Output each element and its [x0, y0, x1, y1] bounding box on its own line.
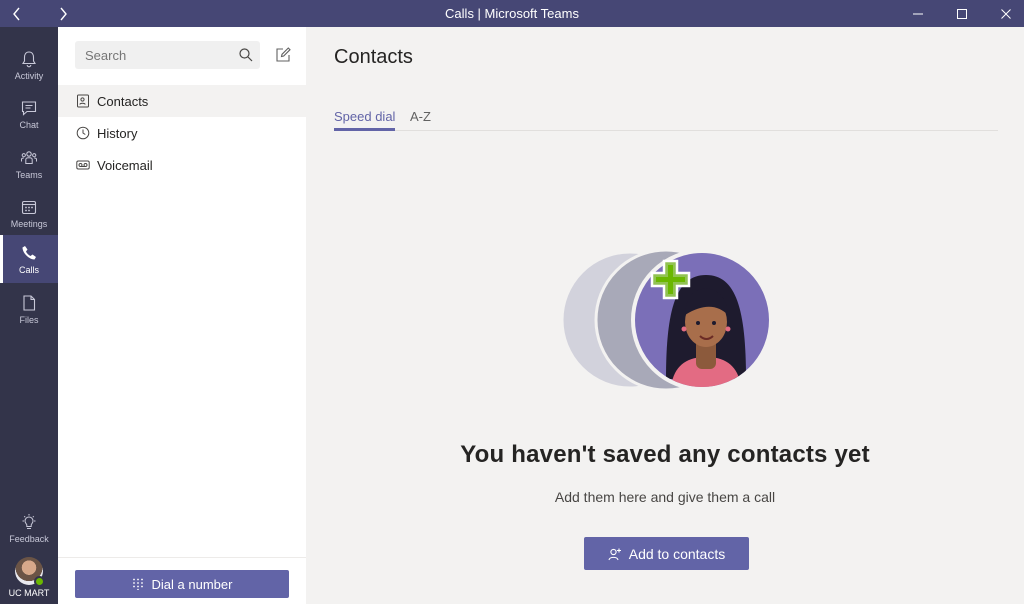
avatar: [15, 557, 45, 587]
rail-item-activity[interactable]: Activity: [0, 41, 58, 89]
rail-item-label: Chat: [19, 119, 39, 130]
bell-icon: [22, 50, 36, 67]
maximize-icon: [957, 8, 967, 19]
nav-item-voicemail[interactable]: Voicemail: [58, 149, 306, 181]
teams-icon: [21, 150, 37, 164]
search-input[interactable]: [75, 41, 225, 69]
add-to-contacts-label: Add to contacts: [628, 545, 726, 562]
nav-item-history[interactable]: History: [58, 117, 306, 149]
file-icon: [23, 294, 36, 311]
search-box: [75, 41, 260, 69]
dialpad-icon: [132, 578, 143, 590]
rail-item-calls[interactable]: Calls: [0, 235, 58, 283]
nav-item-label: Contacts: [97, 93, 149, 109]
rail-item-feedback[interactable]: Feedback: [0, 504, 58, 552]
rail-item-chat[interactable]: Chat: [0, 90, 58, 138]
nav-item-label: Voicemail: [97, 157, 153, 173]
close-icon: [1001, 8, 1011, 19]
add-person-icon: [608, 548, 621, 560]
list-pane: Contacts History Voicemail Dial a number: [58, 27, 306, 604]
rail-item-label: Files: [19, 314, 39, 325]
rail-item-label: Teams: [15, 169, 43, 180]
phone-icon: [22, 245, 36, 259]
tab-bar: Speed dial A-Z: [334, 109, 998, 131]
close-button[interactable]: [984, 0, 1024, 27]
rail-item-label: Calls: [18, 264, 39, 275]
user-label: UC MART: [8, 588, 50, 598]
forward-button[interactable]: [46, 0, 80, 27]
clock-icon: [76, 126, 90, 140]
main-content: Contacts Speed dial A-Z You haven't save…: [306, 27, 1024, 604]
rail-item-label: Feedback: [9, 533, 49, 544]
minimize-icon: [913, 13, 923, 14]
rail-item-files[interactable]: Files: [0, 285, 58, 333]
compose-icon[interactable]: [274, 46, 292, 64]
voicemail-icon: [76, 160, 90, 170]
lightbulb-icon: [22, 513, 36, 529]
window-title: Calls | Microsoft Teams: [445, 6, 579, 21]
rail-item-teams[interactable]: Teams: [0, 140, 58, 188]
add-to-contacts-button[interactable]: Add to contacts: [584, 537, 749, 570]
nav-item-contacts[interactable]: Contacts: [58, 85, 306, 117]
maximize-button[interactable]: [940, 0, 984, 27]
back-button[interactable]: [0, 0, 34, 27]
empty-state-title: You haven't saved any contacts yet: [460, 441, 870, 468]
page-title: Contacts: [334, 46, 413, 68]
minimize-button[interactable]: [896, 0, 940, 27]
rail-item-label: Meetings: [10, 218, 48, 229]
user-profile[interactable]: UC MART: [0, 557, 58, 598]
nav-item-label: History: [97, 125, 138, 141]
rail-item-label: Activity: [14, 70, 44, 81]
title-bar: Calls | Microsoft Teams: [0, 0, 1024, 27]
contacts-icon: [77, 94, 89, 108]
tab-speed-dial[interactable]: Speed dial: [334, 109, 396, 131]
chat-icon: [21, 100, 37, 116]
presence-available-icon: [34, 576, 45, 587]
empty-state-subtitle: Add them here and give them a call: [554, 489, 776, 505]
rail-item-meetings[interactable]: Meetings: [0, 189, 58, 237]
calendar-icon: [21, 200, 37, 214]
chevron-right-icon: [60, 7, 67, 20]
app-rail: Activity Chat Teams Meetings Calls Files…: [0, 27, 58, 604]
search-icon[interactable]: [238, 47, 254, 63]
divider: [58, 557, 306, 558]
dial-number-label: Dial a number: [151, 576, 233, 592]
empty-contacts-illustration: [560, 249, 773, 391]
tab-a-z[interactable]: A-Z: [410, 109, 431, 131]
dial-number-button[interactable]: Dial a number: [75, 570, 289, 598]
chevron-left-icon: [13, 7, 20, 20]
